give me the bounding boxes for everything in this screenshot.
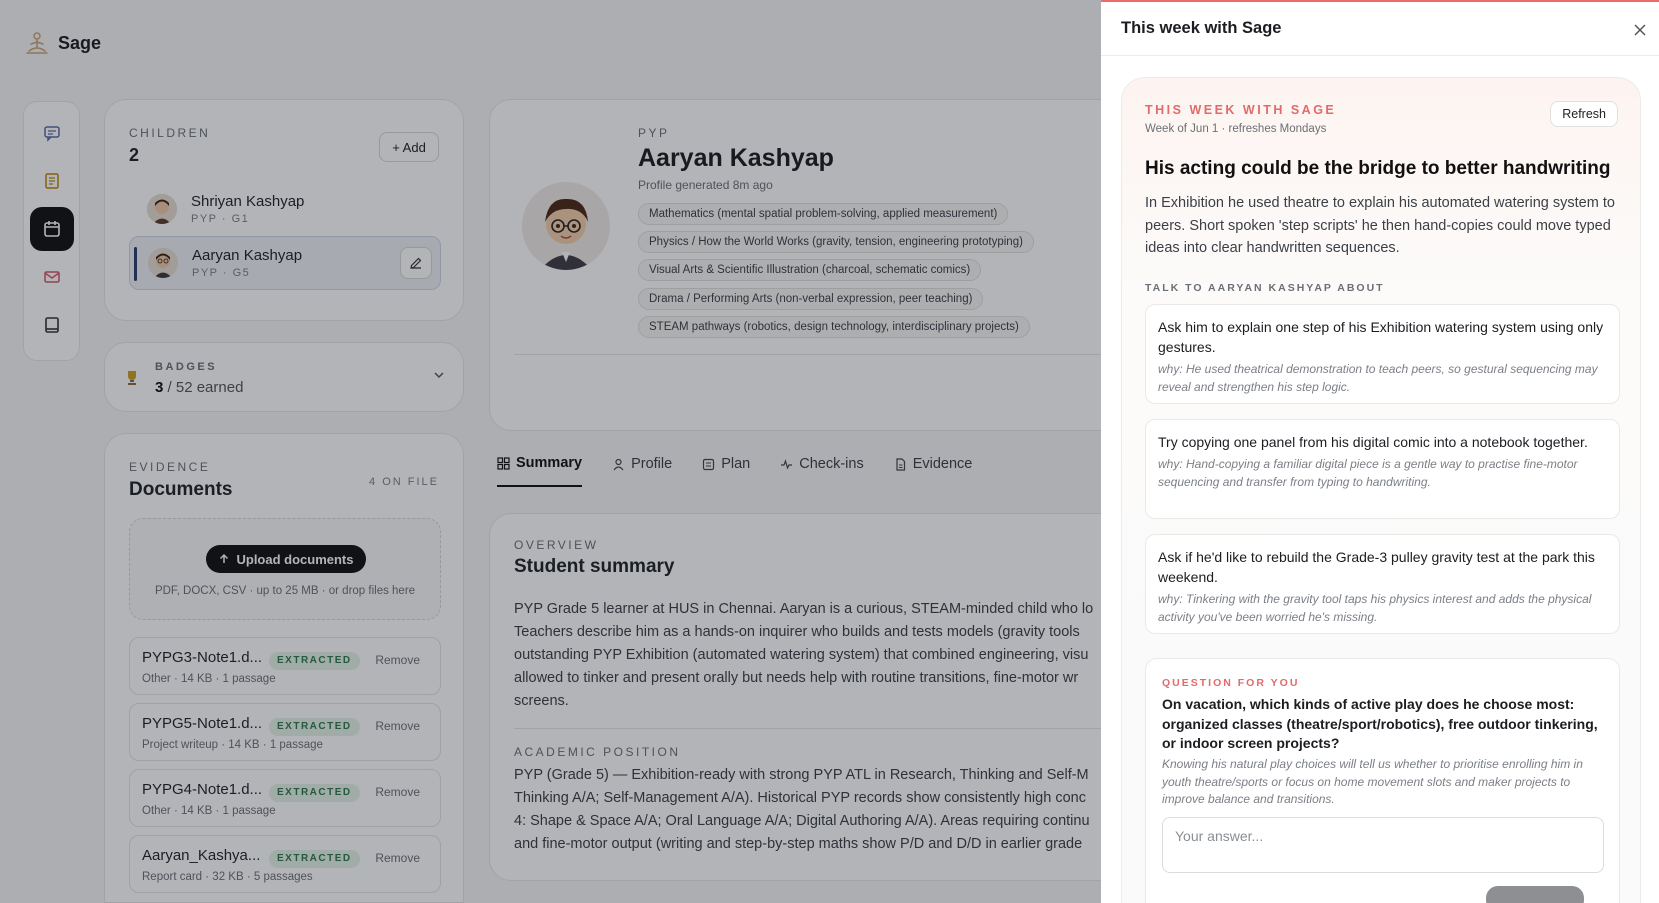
- suggestion-why: why: He used theatrical demonstration to…: [1158, 362, 1598, 394]
- drawer-title: This week with Sage: [1121, 19, 1282, 37]
- suggestion-text: Ask if he'd like to rebuild the Grade-3 …: [1158, 549, 1595, 585]
- week-label: Week of Jun 1 · refreshes Mondays: [1145, 123, 1327, 135]
- question-card: QUESTION FOR YOU On vacation, which kind…: [1145, 658, 1620, 903]
- suggestion-text: Try copying one panel from his digital c…: [1158, 434, 1588, 450]
- talk-suggestion: Ask if he'd like to rebuild the Grade-3 …: [1145, 534, 1620, 634]
- weekly-eyebrow: THIS WEEK WITH SAGE: [1145, 103, 1337, 117]
- drawer-header: This week with Sage: [1101, 2, 1659, 56]
- talk-eyebrow: TALK TO AARYAN KASHYAP ABOUT: [1145, 282, 1385, 294]
- suggestion-why: why: Tinkering with the gravity tool tap…: [1158, 592, 1592, 624]
- talk-suggestion: Ask him to explain one step of his Exhib…: [1145, 304, 1620, 404]
- suggestion-why: why: Hand-copying a familiar digital pie…: [1158, 457, 1578, 489]
- submit-answer-button[interactable]: [1486, 886, 1584, 903]
- question-why: Knowing his natural play choices will te…: [1162, 757, 1583, 806]
- close-button[interactable]: [1629, 19, 1651, 41]
- suggestion-text: Ask him to explain one step of his Exhib…: [1158, 319, 1604, 355]
- answer-input[interactable]: [1162, 817, 1604, 873]
- talk-suggestion: Try copying one panel from his digital c…: [1145, 419, 1620, 519]
- refresh-button[interactable]: Refresh: [1550, 101, 1618, 127]
- close-icon: [1634, 24, 1646, 36]
- sage-drawer: This week with Sage THIS WEEK WITH SAGE …: [1101, 0, 1659, 903]
- question-text: On vacation, which kinds of active play …: [1162, 696, 1598, 751]
- insight-body: In Exhibition he used theatre to explain…: [1145, 195, 1615, 256]
- weekly-insight-card: THIS WEEK WITH SAGE Week of Jun 1 · refr…: [1121, 77, 1641, 903]
- insight-headline: His acting could be the bridge to better…: [1145, 158, 1611, 179]
- question-eyebrow: QUESTION FOR YOU: [1162, 677, 1300, 689]
